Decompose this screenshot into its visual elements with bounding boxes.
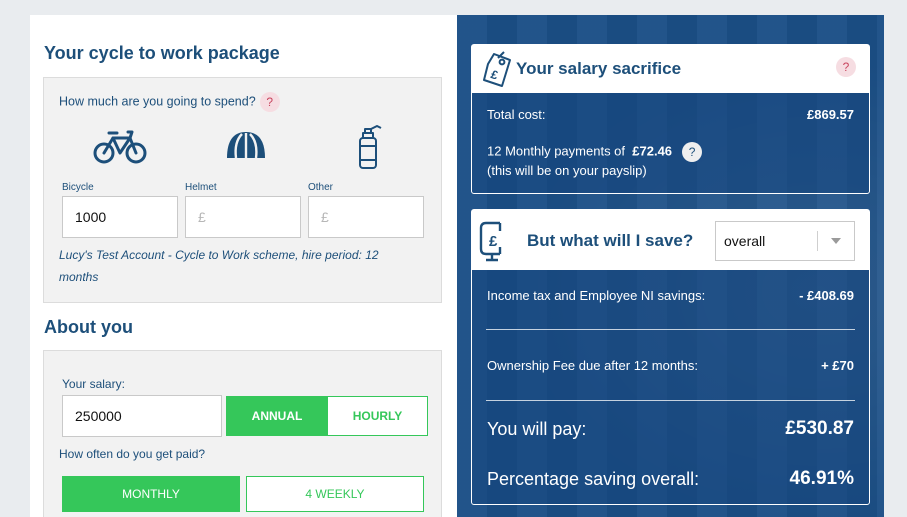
results-panel: £ Your salary sacrifice ? Total cost: £8… <box>457 15 884 517</box>
monthly-payments-label: 12 Monthly payments of <box>487 143 626 159</box>
monthly-help-icon[interactable]: ? <box>682 142 703 162</box>
other-cost-input[interactable]: £ <box>308 196 424 238</box>
four-weekly-button[interactable]: 4 WEEKLY <box>246 476 424 512</box>
percentage-saving-label: Percentage saving overall: <box>487 469 700 489</box>
salary-label: Your salary: <box>62 377 125 391</box>
you-will-pay-value: £530.87 <box>785 418 854 439</box>
monthly-payments: 12 Monthly payments of £72.46? <box>487 142 703 162</box>
price-tag-pound-icon: £ <box>478 50 516 95</box>
monthly-payments-value: £72.46 <box>632 143 673 159</box>
spend-box: How much are you going to spend?? Bicycl… <box>43 77 442 303</box>
svg-text:£: £ <box>489 233 498 250</box>
ownership-fee-value: + £70 <box>821 358 854 373</box>
payslip-note: (this will be on your payslip) <box>487 163 647 178</box>
helmet-icon <box>224 128 268 169</box>
total-cost-value: £869.57 <box>807 107 854 122</box>
account-note: Lucy's Test Account - Cycle to Work sche… <box>59 248 379 284</box>
annual-button[interactable]: ANNUAL <box>226 396 328 436</box>
savings-card: £ But what will I save? overall Income t… <box>471 209 870 505</box>
you-will-pay-label: You will pay: <box>487 419 587 439</box>
hourly-button[interactable]: HOURLY <box>327 396 428 436</box>
helmet-cost-input[interactable]: £ <box>185 196 301 238</box>
salary-input[interactable]: 250000 <box>62 395 222 437</box>
about-box: Your salary: 250000 ANNUAL HOURLY How of… <box>43 350 442 517</box>
ownership-fee-label: Ownership Fee due after 12 months: <box>487 358 699 373</box>
salary-sacrifice-card: £ Your salary sacrifice ? Total cost: £8… <box>471 44 870 194</box>
about-title: About you <box>44 317 133 337</box>
bicycle-icon <box>92 126 148 171</box>
spend-question-text: How much are you going to spend? <box>59 94 256 109</box>
help-icon[interactable]: ? <box>259 92 280 112</box>
package-title: Your cycle to work package <box>44 43 280 63</box>
cycle-package-panel: Your cycle to work package How much are … <box>30 15 457 517</box>
spend-question: How much are you going to spend?? <box>59 92 280 112</box>
sacrifice-help-icon[interactable]: ? <box>836 57 856 77</box>
savings-period-value: overall <box>724 233 766 249</box>
helmet-label: Helmet <box>185 182 217 193</box>
tax-savings-value: - £408.69 <box>799 288 854 303</box>
salary-sacrifice-header: £ Your salary sacrifice ? <box>472 45 869 93</box>
savings-period-select[interactable]: overall <box>715 221 855 261</box>
bicycle-label: Bicycle <box>62 182 94 193</box>
monthly-button[interactable]: MONTHLY <box>62 476 240 512</box>
other-label: Other <box>308 182 334 193</box>
savings-header: £ But what will I save? overall <box>472 210 869 270</box>
total-cost-label: Total cost: <box>487 107 546 122</box>
svg-text:£: £ <box>489 67 500 82</box>
select-divider <box>817 231 818 251</box>
clamp-pound-icon: £ <box>478 219 510 268</box>
water-bottle-icon <box>355 124 385 175</box>
bicycle-cost-input[interactable]: 1000 <box>62 196 178 238</box>
tax-savings-label: Income tax and Employee NI savings: <box>487 288 706 303</box>
percentage-saving-value: 46.91% <box>789 468 854 489</box>
savings-title: But what will I save? <box>527 231 694 250</box>
chevron-down-icon <box>831 238 841 244</box>
divider <box>486 400 855 401</box>
paid-question: How often do you get paid? <box>59 447 206 461</box>
divider <box>486 329 855 330</box>
salary-sacrifice-title: Your salary sacrifice <box>516 59 682 78</box>
